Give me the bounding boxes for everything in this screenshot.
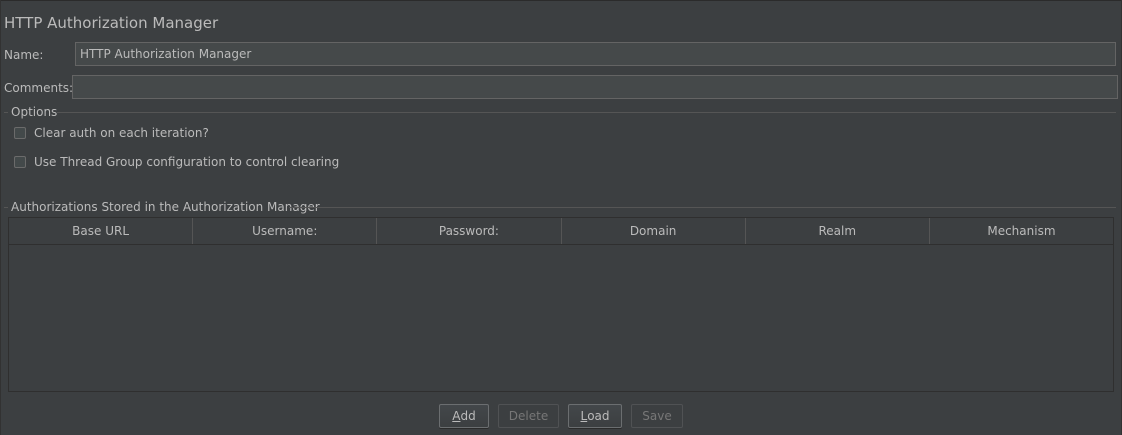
thread-group-checkbox-label[interactable]: Use Thread Group configuration to contro… xyxy=(34,155,339,169)
column-header-username[interactable]: Username: xyxy=(193,218,378,244)
table-header: Base URL Username: Password: Domain Real… xyxy=(9,218,1113,245)
window-left-border xyxy=(0,0,1,435)
add-button-mnemonic: A xyxy=(452,409,461,423)
add-button-label: dd xyxy=(460,409,476,423)
authorizations-group-border-left xyxy=(4,207,8,208)
options-group-border-right xyxy=(57,112,1116,113)
load-button-label: oad xyxy=(587,409,610,423)
options-group-border-left xyxy=(4,112,8,113)
options-group-title: Options xyxy=(11,105,58,119)
column-header-mechanism[interactable]: Mechanism xyxy=(930,218,1113,244)
clear-auth-checkbox-label[interactable]: Clear auth on each iteration? xyxy=(34,126,209,140)
load-button[interactable]: Load xyxy=(568,404,622,428)
window-top-border xyxy=(0,0,1122,1)
thread-group-checkbox-row[interactable]: Use Thread Group configuration to contro… xyxy=(14,154,339,170)
authorizations-group-title: Authorizations Stored in the Authorizati… xyxy=(11,200,320,214)
save-button[interactable]: Save xyxy=(631,404,683,428)
name-field[interactable] xyxy=(75,42,1116,66)
clear-auth-checkbox-row[interactable]: Clear auth on each iteration? xyxy=(14,125,209,141)
page-title: HTTP Authorization Manager xyxy=(4,14,219,32)
column-header-password[interactable]: Password: xyxy=(377,218,562,244)
comments-label: Comments: xyxy=(4,81,74,95)
button-bar: Add Delete Load Save xyxy=(0,404,1122,428)
comments-field[interactable] xyxy=(72,75,1118,99)
load-button-mnemonic: L xyxy=(580,409,588,423)
column-header-domain[interactable]: Domain xyxy=(562,218,746,244)
column-header-base-url[interactable]: Base URL xyxy=(9,218,194,244)
table-body[interactable] xyxy=(9,245,1113,392)
clear-auth-checkbox[interactable] xyxy=(14,127,26,139)
name-label: Name: xyxy=(4,48,44,62)
authorizations-table[interactable]: Base URL Username: Password: Domain Real… xyxy=(8,217,1114,392)
column-header-realm[interactable]: Realm xyxy=(746,218,930,244)
thread-group-checkbox[interactable] xyxy=(14,156,26,168)
authorizations-group-border-right xyxy=(289,207,1116,208)
delete-button[interactable]: Delete xyxy=(498,404,559,428)
add-button[interactable]: Add xyxy=(439,404,489,428)
